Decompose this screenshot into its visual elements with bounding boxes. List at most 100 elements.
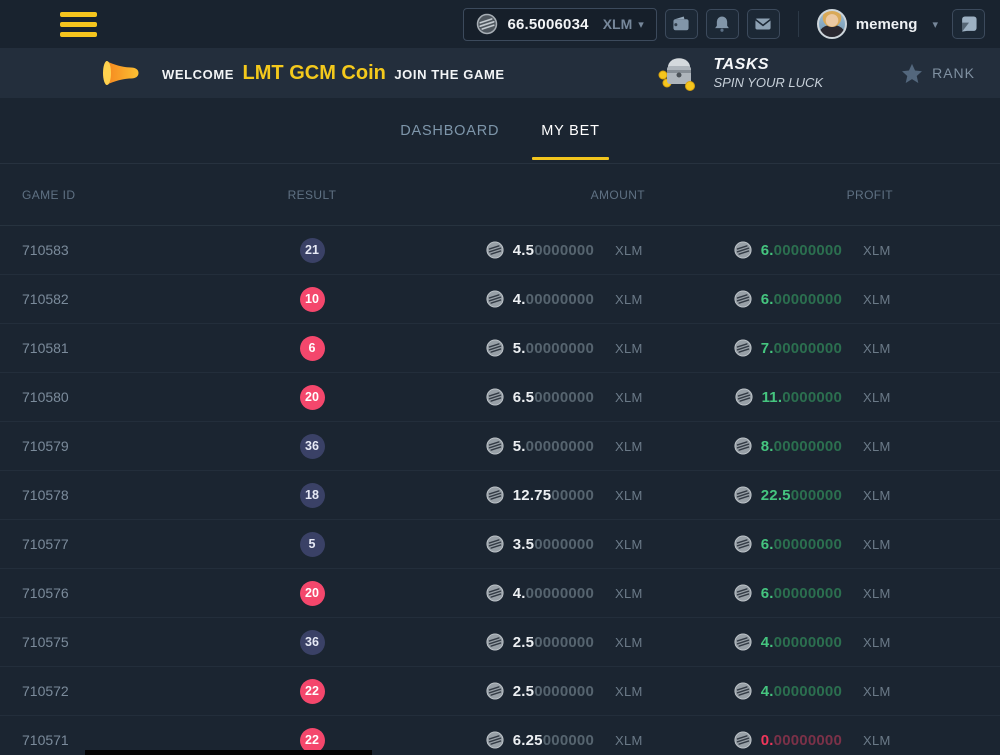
currency-label: XLM [863, 292, 893, 307]
game-id: 710581 [22, 340, 262, 356]
xlm-coin-icon [734, 535, 752, 553]
amount-cell: 5.00000000 XLM [362, 339, 645, 357]
profit-zeros: 00000000 [774, 242, 842, 259]
amount-zeros: 000000 [543, 732, 594, 749]
chevron-down-icon: ▾ [932, 18, 938, 31]
result-badge: 10 [300, 287, 325, 312]
profit-main: 6. [761, 585, 774, 602]
currency-label: XLM [615, 635, 645, 650]
currency-label: XLM [615, 439, 645, 454]
profit-value: 22.5000000 [761, 487, 842, 504]
chat-button[interactable] [952, 9, 985, 39]
result-badge: 21 [300, 238, 325, 263]
game-id: 710580 [22, 389, 262, 405]
profit-cell: 6.00000000 XLM [645, 584, 893, 602]
tasks-subtitle: SPIN YOUR LUCK [714, 75, 824, 90]
amount-main: 6.25 [513, 732, 543, 749]
amount-zeros: 00000000 [526, 585, 594, 602]
tab-dashboard[interactable]: DASHBOARD [400, 98, 499, 163]
profit-value: 11.0000000 [762, 389, 842, 406]
table-row: 710572 22 2.50000000 XLM 4.00000000 XLM [0, 667, 1000, 716]
profit-value: 4.00000000 [761, 634, 842, 651]
topbar-right: 66.5006034 XLM ▾ memeng [463, 8, 985, 41]
profit-value: 6.00000000 [761, 242, 842, 259]
currency-label: XLM [863, 684, 893, 699]
amount-cell: 2.50000000 XLM [362, 633, 645, 651]
table-row: 710581 6 5.00000000 XLM 7.00000000 XLM [0, 324, 1000, 373]
amount-cell: 12.7500000 XLM [362, 486, 645, 504]
messages-button[interactable] [747, 9, 780, 39]
topbar: 66.5006034 XLM ▾ memeng [0, 0, 1000, 48]
result-badge: 5 [300, 532, 325, 557]
user-menu[interactable]: memeng ▾ [817, 9, 938, 39]
result-badge: 20 [300, 385, 325, 410]
profit-zeros: 00000000 [774, 683, 842, 700]
game-id: 710576 [22, 585, 262, 601]
amount-value: 4.50000000 [513, 242, 594, 259]
tab-my-bet[interactable]: MY BET [541, 98, 600, 163]
tab-bar: DASHBOARD MY BET [0, 98, 1000, 164]
hamburger-menu-button[interactable] [60, 12, 97, 37]
amount-zeros: 00000000 [526, 438, 594, 455]
xlm-coin-icon [734, 339, 752, 357]
amount-value: 4.00000000 [513, 291, 594, 308]
xlm-coin-icon [486, 731, 504, 749]
megaphone-icon [100, 56, 142, 90]
profit-value: 7.00000000 [761, 340, 842, 357]
tasks-title: TASKS [714, 56, 824, 74]
currency-label: XLM [615, 292, 645, 307]
balance-value: 66.5006034 [507, 16, 588, 33]
xlm-coin-icon [734, 731, 752, 749]
currency-label: XLM [863, 537, 893, 552]
game-id: 710577 [22, 536, 262, 552]
result-badge: 22 [300, 728, 325, 753]
welcome-highlight: LMT GCM Coin [243, 62, 386, 84]
currency-label: XLM [615, 684, 645, 699]
result-badge: 6 [300, 336, 325, 361]
amount-value: 6.25000000 [513, 732, 594, 749]
profit-main: 7. [761, 340, 774, 357]
tasks-button[interactable]: TASKS SPIN YOUR LUCK [654, 53, 824, 93]
profit-main: 4. [761, 683, 774, 700]
result-badge: 36 [300, 434, 325, 459]
profit-cell: 11.0000000 XLM [645, 388, 893, 406]
column-header-result: RESULT [262, 188, 362, 202]
currency-label: XLM [615, 488, 645, 503]
amount-cell: 6.50000000 XLM [362, 388, 645, 406]
rank-button[interactable]: RANK [901, 63, 975, 84]
amount-value: 5.00000000 [513, 340, 594, 357]
xlm-coin-icon [486, 682, 504, 700]
xlm-coin-icon [734, 290, 752, 308]
xlm-coin-icon [486, 535, 504, 553]
wallet-button[interactable] [665, 9, 698, 39]
xlm-coin-icon [486, 388, 504, 406]
currency-label: XLM [615, 390, 645, 405]
balance-selector[interactable]: 66.5006034 XLM ▾ [463, 8, 656, 41]
cutoff-content-strip [85, 750, 372, 755]
profit-cell: 7.00000000 XLM [645, 339, 893, 357]
currency-label: XLM [615, 733, 645, 748]
chevron-down-icon: ▾ [638, 18, 644, 31]
welcome-prefix: WELCOME [162, 67, 234, 82]
xlm-coin-icon [486, 241, 504, 259]
profit-main: 22.5 [761, 487, 791, 504]
profit-value: 6.00000000 [761, 291, 842, 308]
currency-label: XLM [863, 390, 893, 405]
star-icon [901, 63, 923, 84]
treasure-chest-icon [654, 53, 702, 93]
game-id: 710575 [22, 634, 262, 650]
avatar [817, 9, 847, 39]
table-header: GAME ID RESULT AMOUNT PROFIT [0, 164, 1000, 226]
table-row: 710582 10 4.00000000 XLM 6.00000000 XLM [0, 275, 1000, 324]
notifications-button[interactable] [706, 9, 739, 39]
bet-table-body: 710583 21 4.50000000 XLM 6.00000000 XLM [0, 226, 1000, 755]
amount-main: 2.5 [513, 634, 534, 651]
profit-cell: 4.00000000 XLM [645, 633, 893, 651]
profit-zeros: 00000000 [774, 634, 842, 651]
divider [798, 11, 799, 37]
amount-main: 3.5 [513, 536, 534, 553]
game-id: 710579 [22, 438, 262, 454]
welcome-suffix: JOIN THE GAME [394, 67, 504, 82]
column-header-game-id: GAME ID [22, 188, 262, 202]
amount-cell: 4.50000000 XLM [362, 241, 645, 259]
